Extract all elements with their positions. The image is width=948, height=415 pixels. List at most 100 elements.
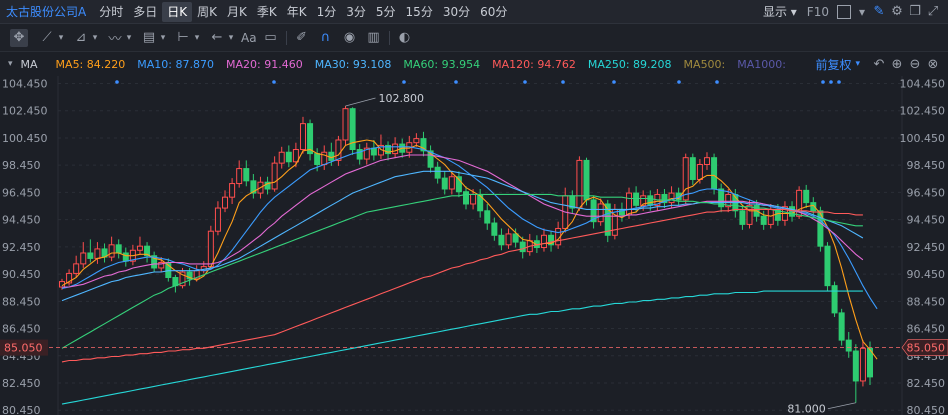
candle-body: [271, 162, 278, 190]
candle-body: [626, 192, 633, 216]
candle-body: [222, 196, 229, 209]
ma-value[interactable]: MA5: 84.220: [56, 58, 126, 71]
text-tool-button[interactable]: Aa: [236, 28, 262, 48]
candle-body: [392, 143, 399, 155]
eye-icon[interactable]: ◉: [341, 29, 359, 47]
period-tab[interactable]: 分时: [94, 2, 128, 22]
candle-body: [512, 233, 519, 243]
comment-icon[interactable]: ▭: [262, 29, 280, 47]
candle-body: [321, 151, 328, 165]
candle-body: [335, 139, 342, 161]
adjust-dropdown-icon[interactable]: ▾: [855, 59, 860, 69]
stock-name[interactable]: 太古股份公司A: [0, 3, 94, 20]
settings-icon[interactable]: ⚙: [888, 3, 906, 21]
collapse-chevron-icon[interactable]: ▾: [8, 59, 13, 69]
period-bar: 太古股份公司A 分时 多日 日K 周K 月K 季K 年K 1分 3分 5分 15分 30分 60分 显示…: [0, 0, 948, 24]
candle-body: [746, 204, 753, 225]
period-tab[interactable]: 5分: [371, 2, 401, 22]
undo-icon[interactable]: ↶: [870, 55, 888, 73]
fullscreen-icon[interactable]: ⤢: [924, 3, 942, 21]
line-tool-dropdown-icon[interactable]: ▾: [56, 29, 66, 47]
candle-body: [703, 157, 710, 165]
high-price-label: 102.800: [379, 92, 425, 105]
wave-tool-icon[interactable]: 〰: [106, 29, 124, 47]
event-marker: [715, 80, 719, 84]
measure-tool-dropdown-icon[interactable]: ▾: [192, 29, 202, 47]
candle-body: [328, 151, 335, 161]
checkbox-icon[interactable]: [836, 4, 851, 19]
period-tab[interactable]: 15分: [401, 2, 438, 22]
fibonacci-tool-icon[interactable]: ▤: [140, 29, 158, 47]
period-tab[interactable]: 多日: [128, 2, 162, 22]
candle-body: [583, 159, 590, 201]
candle-body: [859, 347, 866, 382]
period-tab[interactable]: 季K: [252, 2, 282, 22]
f10-button[interactable]: F10: [802, 2, 834, 22]
candle-body: [505, 233, 512, 246]
y-tick-label-left: 102.450: [2, 105, 48, 118]
ma-value[interactable]: MA120: 94.762: [492, 58, 576, 71]
candlestick-chart[interactable]: 104.450 104.450 102.450 102.450 100.450 100.4…: [0, 76, 948, 415]
pen-icon[interactable]: ✎: [870, 3, 888, 21]
candle-body: [463, 191, 469, 205]
candle-body: [576, 159, 583, 209]
candle-body: [845, 339, 852, 352]
event-marker: [402, 80, 406, 84]
zoom-in-icon[interactable]: ⊕: [888, 55, 906, 73]
period-tab[interactable]: 周K: [192, 2, 222, 22]
candle-body: [314, 153, 321, 165]
arrow-tool-dropdown-icon[interactable]: ▾: [226, 29, 236, 47]
period-tab[interactable]: 60分: [475, 2, 512, 22]
y-tick-label-left: 96.450: [2, 186, 41, 199]
candle-body: [108, 244, 115, 258]
magnet-icon[interactable]: ∩: [317, 29, 335, 47]
ma-value[interactable]: MA500:: [684, 58, 726, 71]
zoom-out-icon[interactable]: ⊖: [906, 55, 924, 73]
period-tab[interactable]: 1分: [312, 2, 342, 22]
period-tab[interactable]: 年K: [282, 2, 312, 22]
ma-value[interactable]: MA60: 93.954: [403, 58, 480, 71]
period-tab[interactable]: 日K: [162, 1, 193, 22]
dropdown-arrow-icon[interactable]: ▾: [854, 2, 870, 22]
eraser-icon[interactable]: ✐: [293, 29, 311, 47]
period-tab[interactable]: 3分: [341, 2, 371, 22]
candle-body: [207, 230, 214, 268]
adjust-mode-button[interactable]: 前复权: [815, 56, 851, 73]
ma-value[interactable]: MA1000:: [737, 58, 786, 71]
trash-icon[interactable]: ▥: [365, 29, 383, 47]
measure-tool-icon[interactable]: ⊢: [174, 29, 192, 47]
fibonacci-tool-dropdown-icon[interactable]: ▾: [158, 29, 168, 47]
reset-icon[interactable]: ⊗: [924, 55, 942, 73]
y-tick-label-right: 88.450: [907, 295, 946, 308]
toggle-icon[interactable]: ◐: [396, 29, 414, 47]
move-cursor-icon[interactable]: ✥: [10, 28, 28, 47]
period-tab[interactable]: 月K: [222, 2, 252, 22]
wave-tool-dropdown-icon[interactable]: ▾: [124, 29, 134, 47]
channel-tool-dropdown-icon[interactable]: ▾: [90, 29, 100, 47]
y-tick-label-left: 98.450: [2, 159, 41, 172]
display-menu-button[interactable]: 显示 ▾: [758, 2, 802, 22]
event-marker: [523, 80, 527, 84]
candle-body: [229, 183, 236, 198]
period-tab[interactable]: 30分: [438, 2, 475, 22]
current-price-label-left: 85.050: [4, 342, 43, 355]
channel-tool-icon[interactable]: ⊿: [72, 29, 90, 47]
candle-body: [115, 244, 122, 254]
period-tabs: 分时 多日 日K 周K 月K 季K 年K 1分 3分 5分 15分 30分 60分: [94, 1, 512, 22]
ma-value[interactable]: MA10: 87.870: [137, 58, 214, 71]
candle-body: [739, 210, 746, 225]
ma-value[interactable]: MA30: 93.108: [315, 58, 392, 71]
y-tick-label-left: 94.450: [2, 214, 41, 227]
ma-label[interactable]: MA: [21, 58, 38, 71]
line-tool-icon[interactable]: ⟋: [38, 29, 56, 47]
candle-body: [80, 252, 87, 265]
candle-body: [87, 252, 94, 259]
candle-body: [491, 222, 498, 236]
drawing-toolbar: ✥ ⟋ ▾ ⊿ ▾ 〰 ▾ ▤ ▾ ⊢ ▾ ← ▾ Aa ▭ ✐ ∩ ◉ ▥ ◐: [0, 24, 948, 52]
y-tick-label-right: 86.450: [907, 323, 946, 336]
restore-icon[interactable]: ❐: [906, 3, 924, 21]
ma-value[interactable]: MA20: 91.460: [226, 58, 303, 71]
arrow-tool-icon[interactable]: ←: [208, 29, 226, 47]
ma-value[interactable]: MA250: 89.208: [588, 58, 672, 71]
candle-body: [413, 138, 420, 144]
